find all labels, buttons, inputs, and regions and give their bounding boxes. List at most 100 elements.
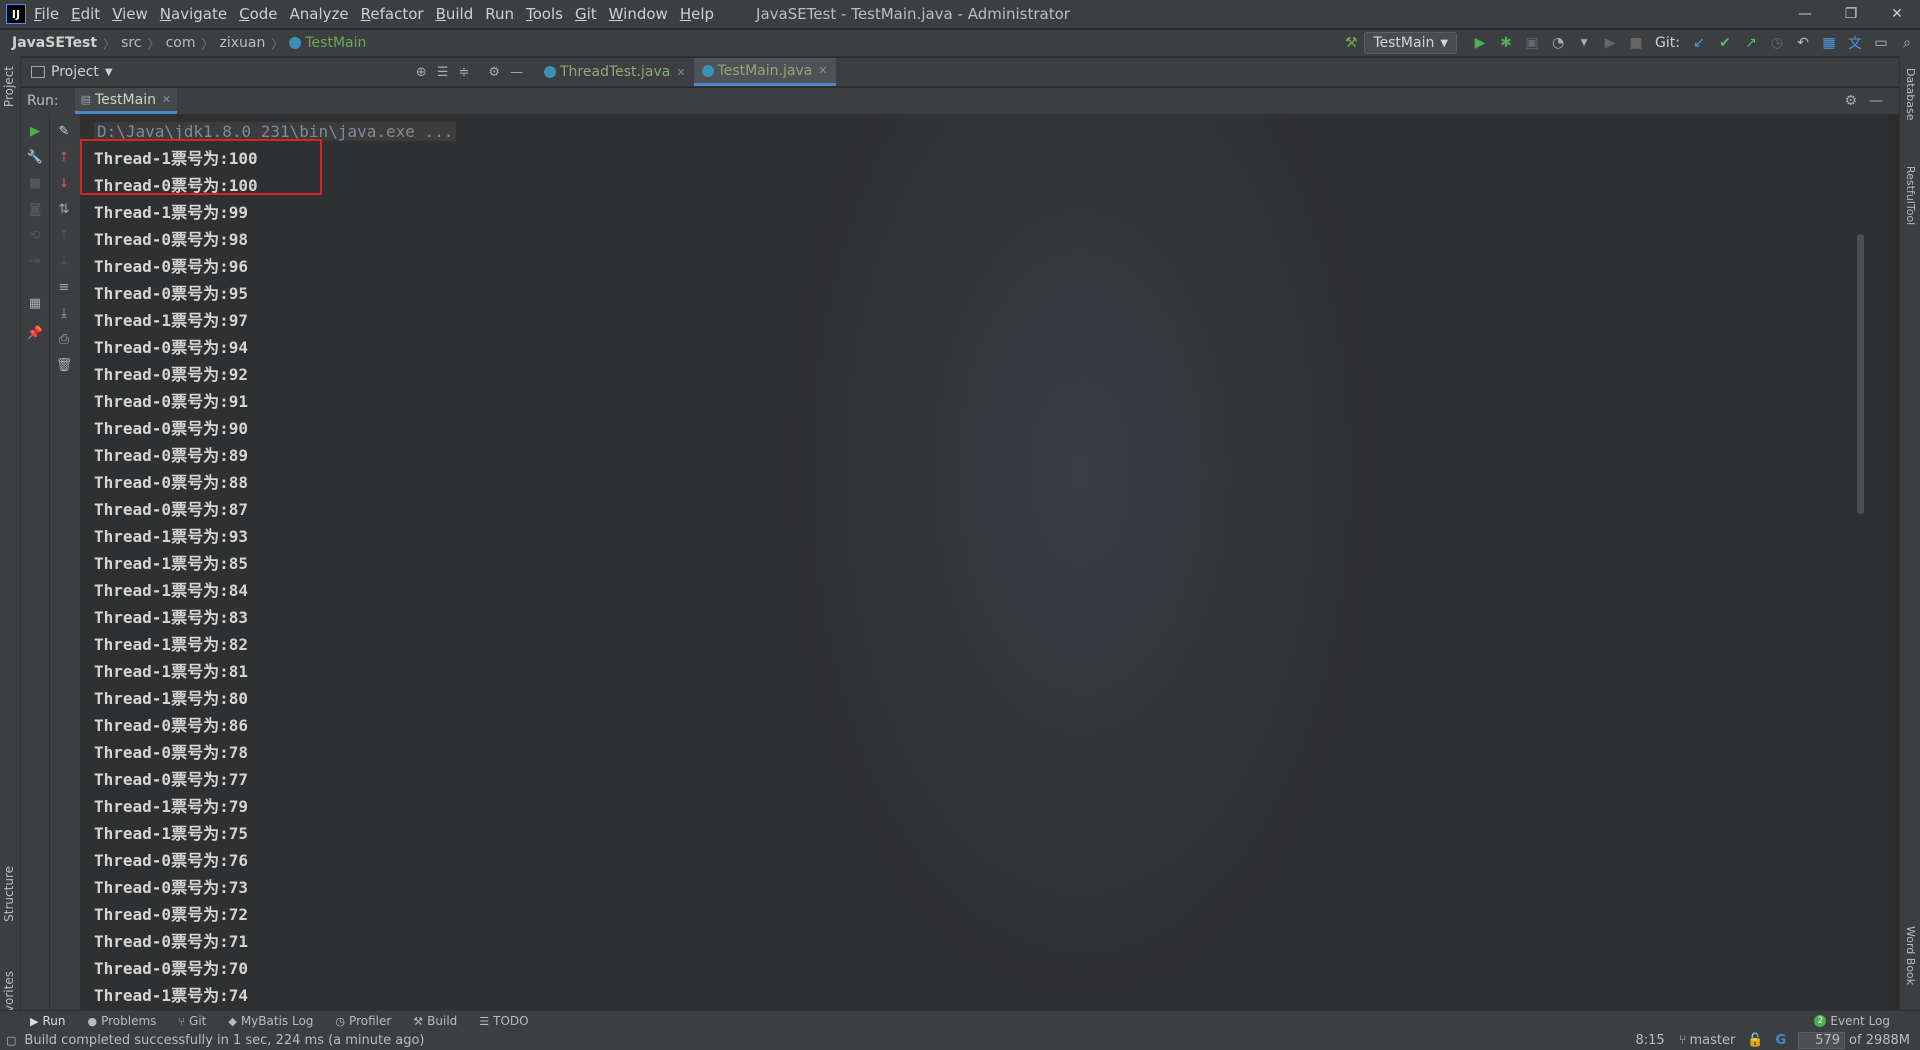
history-icon[interactable]: ◷ — [1766, 32, 1788, 54]
search-icon[interactable]: ⌕ — [1896, 32, 1918, 54]
bottom-tab-run[interactable]: ▶ Run — [30, 1014, 65, 1028]
wordbook-tool-tab[interactable]: Word Book — [1904, 926, 1917, 985]
close-tab-icon[interactable]: ✕ — [818, 64, 827, 77]
menu-edit[interactable]: Edit — [71, 5, 100, 23]
run-tab-icon: ▤ — [80, 93, 91, 106]
project-tool-tab[interactable]: Project — [2, 66, 16, 107]
bottom-tab-problems[interactable]: ● Problems — [87, 1014, 156, 1028]
exit-icon[interactable]: ⇥ — [21, 250, 49, 272]
run-console[interactable]: D:\Java\jdk1.8.0_231\bin\java.exe ... Th… — [81, 114, 1888, 1010]
run-tab-testmain[interactable]: ▤ TestMain ✕ — [74, 88, 178, 114]
close-tab-icon[interactable]: ✕ — [676, 66, 685, 79]
menu-tools[interactable]: Tools — [526, 5, 563, 23]
git-update-icon[interactable]: ↙ — [1688, 32, 1710, 54]
arrow-up-icon[interactable]: ↑ — [50, 146, 78, 168]
trash-icon[interactable]: 🗑 — [50, 354, 78, 376]
print-icon[interactable]: ⎙ — [50, 328, 78, 350]
console-line: Thread-0票号为:90 — [94, 419, 248, 438]
close-tab-icon[interactable]: ✕ — [162, 93, 171, 106]
rollback-icon[interactable]: ↶ — [1792, 32, 1814, 54]
menu-run[interactable]: Run — [485, 5, 514, 23]
breadcrumb-project[interactable]: JavaSETest — [12, 35, 97, 51]
scroll-to-end-icon[interactable]: ⤓ — [50, 302, 78, 324]
git-branch[interactable]: master — [1690, 1033, 1736, 1048]
profile-icon[interactable]: ◔ — [1547, 32, 1569, 54]
arrow-down-icon[interactable]: ↓ — [50, 172, 78, 194]
locate-icon[interactable]: ⊕ — [416, 65, 427, 80]
menu-build[interactable]: Build — [436, 5, 474, 23]
hide-icon[interactable]: — — [1869, 93, 1883, 109]
structure-tool-tab[interactable]: Structure — [2, 866, 16, 922]
caret-position[interactable]: 8:15 — [1635, 1033, 1664, 1048]
more-run-icon[interactable]: ▼ — [1573, 32, 1595, 54]
soft-wrap-icon[interactable]: ≡ — [50, 276, 78, 298]
menu-window[interactable]: Window — [609, 5, 668, 23]
stop-icon[interactable]: ■ — [21, 172, 49, 194]
gear-icon[interactable]: ⚙ — [488, 65, 500, 80]
class-icon — [701, 64, 714, 77]
todo-icon: ☰ — [479, 1014, 490, 1028]
restore-icon[interactable]: ❐ — [1828, 0, 1874, 28]
bottom-tab-build[interactable]: ⚒ Build — [413, 1014, 457, 1028]
wrench-icon[interactable]: 🔧 — [21, 146, 49, 168]
restfultool-tool-tab[interactable]: RestfulTool — [1904, 166, 1917, 225]
menu-file[interactable]: File — [34, 5, 59, 23]
menu-navigate[interactable]: Navigate — [160, 5, 227, 23]
down-trace-icon[interactable]: ↓ — [50, 250, 78, 272]
menu-view[interactable]: View — [112, 5, 148, 23]
tab-testmain-java[interactable]: TestMain.java ✕ — [693, 58, 836, 86]
debug-icon[interactable]: ✱ — [1495, 32, 1517, 54]
bottom-tab-todo[interactable]: ☰ TODO — [479, 1014, 528, 1028]
google-icon[interactable]: G — [1776, 1033, 1787, 1048]
tab-threadtest-java[interactable]: ThreadTest.java ✕ — [536, 58, 694, 86]
build-hammer-icon[interactable]: ⚒ — [1340, 32, 1362, 54]
coverage-icon[interactable]: ▣ — [1521, 32, 1543, 54]
menu-code[interactable]: Code — [239, 5, 277, 23]
camera-icon[interactable]: ◙ — [21, 198, 49, 220]
run-configuration-select[interactable]: TestMain ▼ — [1364, 32, 1458, 54]
database-tool-tab[interactable]: Database — [1904, 68, 1917, 121]
expand-all-icon[interactable]: ☰ — [437, 65, 449, 80]
git-label: Git: — [1655, 35, 1680, 51]
bottom-tab-git[interactable]: ⑂ Git — [178, 1014, 206, 1028]
up-trace-icon[interactable]: ↑ — [50, 224, 78, 246]
memory-indicator[interactable]: 579 — [1798, 1032, 1846, 1049]
console-line: Thread-0票号为:96 — [94, 257, 248, 276]
close-window-icon[interactable]: ✕ — [1874, 0, 1920, 28]
run-icon[interactable]: ▶ — [1469, 32, 1491, 54]
resume-icon[interactable]: ▶ — [1599, 32, 1621, 54]
rerun-icon[interactable]: ▶ — [21, 120, 49, 142]
sort-icon[interactable]: ⇅ — [50, 198, 78, 220]
breadcrumb-com[interactable]: com — [166, 35, 196, 51]
menu-analyze[interactable]: Analyze — [290, 5, 349, 23]
gear-icon[interactable]: ⚙ — [1844, 93, 1857, 109]
breadcrumb-src[interactable]: src — [121, 35, 141, 51]
breadcrumb-class[interactable]: TestMain — [305, 35, 366, 51]
restore-layout-icon[interactable]: ⟲ — [21, 224, 49, 246]
bottom-tab-profiler[interactable]: ◷ Profiler — [335, 1014, 391, 1028]
layout-icon[interactable]: ▦ — [21, 292, 49, 314]
project-label[interactable]: Project — [51, 64, 99, 80]
bottom-tab-mybatis-log[interactable]: ◆ MyBatis Log — [228, 1014, 313, 1028]
hide-icon[interactable]: — — [510, 65, 523, 80]
console-line: Thread-1票号为:97 — [94, 311, 248, 330]
git-commit-icon[interactable]: ✔ — [1714, 32, 1736, 54]
presentation-mode-icon[interactable]: ▭ — [1870, 32, 1892, 54]
collapse-all-icon[interactable]: ≑ — [458, 65, 469, 80]
lock-icon[interactable]: 🔓 — [1747, 1033, 1763, 1048]
minimize-icon[interactable]: — — [1782, 0, 1828, 28]
menu-git[interactable]: Git — [575, 5, 597, 23]
translate-icon[interactable]: 文 — [1844, 32, 1866, 54]
pin-icon[interactable]: 📌 — [21, 322, 49, 344]
breadcrumb-zixuan[interactable]: zixuan — [220, 35, 266, 51]
console-scrollbar[interactable] — [1857, 234, 1864, 514]
menu-refactor[interactable]: Refactor — [361, 5, 424, 23]
event-log-tab[interactable]: 2 Event Log — [1814, 1014, 1890, 1028]
project-structure-icon[interactable]: ▦ — [1818, 32, 1840, 54]
caret-down-icon[interactable]: ▼ — [105, 67, 113, 78]
menu-help[interactable]: Help — [680, 5, 714, 23]
git-push-icon[interactable]: ↗ — [1740, 32, 1762, 54]
stop-icon[interactable]: ■ — [1625, 32, 1647, 54]
edit-icon[interactable]: ✎ — [50, 120, 78, 142]
status-layout-icon[interactable]: ▢ — [6, 1034, 16, 1047]
